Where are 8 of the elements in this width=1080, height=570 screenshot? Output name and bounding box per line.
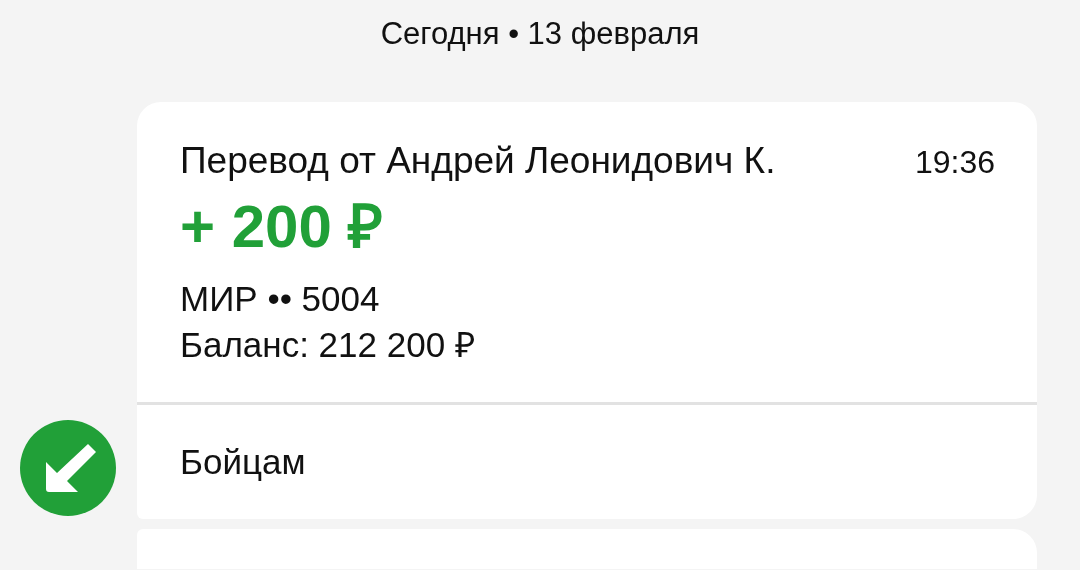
balance: Баланс: 212 200 ₽ [180,324,476,366]
card-number: МИР •• 5004 [180,278,381,320]
date-header: Сегодня • 13 февраля [379,15,701,53]
message-card[interactable]: Перевод от Андрей Леонидович К. 19:36 + 200 ₽ МИР •• 5004 Баланс: 212 200 ₽ Бойцам [137,102,1037,519]
amount: + 200 ₽ [180,192,385,262]
transfer-title: Перевод от Андрей Леонидович К. [180,140,776,182]
comment: Бойцам [180,441,306,483]
message-time: 19:36 [914,144,995,181]
